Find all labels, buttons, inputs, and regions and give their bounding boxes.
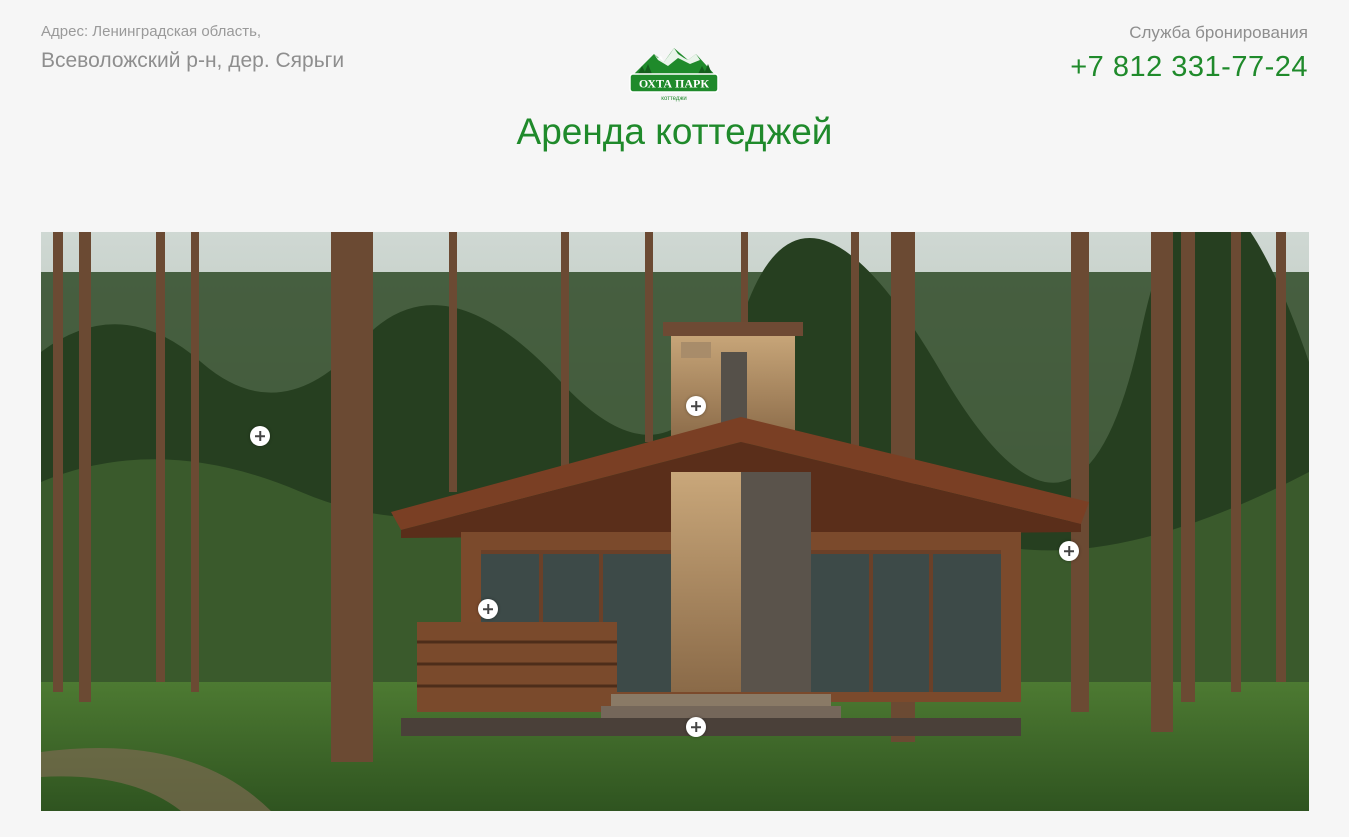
hotspot-chimney[interactable] [686, 396, 706, 416]
address-label: Адрес: Ленинградская область, [41, 23, 262, 40]
phone-link[interactable]: +7 812 331-77-24 [1070, 50, 1308, 84]
booking-block: Служба бронирования +7 812 331-77-24 [1070, 22, 1308, 84]
svg-text:ОХТА ПАРК: ОХТА ПАРК [639, 77, 709, 91]
address-value: Всеволожский р-н, дер. Сярьги [41, 49, 345, 72]
hotspot-terrace[interactable] [478, 599, 498, 619]
address-block: Адрес: Ленинградская область, Всеволожск… [41, 22, 344, 73]
page-title: Аренда коттеджей [516, 111, 833, 152]
hotspot-trees-left[interactable] [250, 426, 270, 446]
site-logo[interactable]: ОХТА ПАРК коттеджи [628, 44, 720, 102]
hotspot-steps[interactable] [686, 717, 706, 737]
hero-image [41, 232, 1309, 811]
hotspot-trees-right[interactable] [1059, 541, 1079, 561]
booking-label: Служба бронирования [1129, 23, 1308, 42]
cottage-forest-illustration [41, 232, 1309, 811]
mountains-logo-icon: ОХТА ПАРК коттеджи [629, 48, 719, 102]
svg-text:коттеджи: коттеджи [661, 96, 686, 102]
